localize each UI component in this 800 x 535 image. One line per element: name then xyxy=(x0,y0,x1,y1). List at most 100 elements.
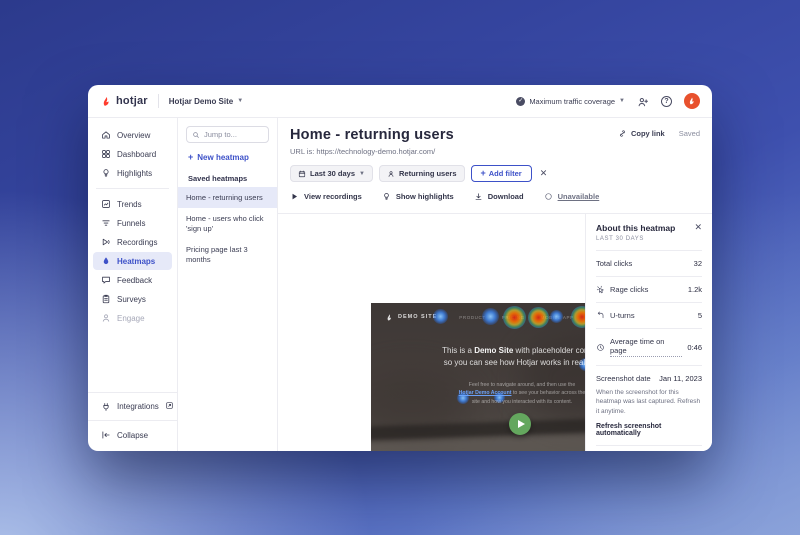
brand-name: hotjar xyxy=(116,95,148,107)
desktop-background: hotjar Hotjar Demo Site ▼ ✓ Maximum traf… xyxy=(0,0,800,535)
action-label: View recordings xyxy=(304,192,362,201)
video-play-button[interactable] xyxy=(509,413,531,435)
main-header: Home - returning users URL is: https://t… xyxy=(278,118,712,214)
stat-label: U-turns xyxy=(610,311,635,320)
site-selector[interactable]: Hotjar Demo Site ▼ xyxy=(169,97,243,106)
feedback-icon xyxy=(102,276,110,284)
screenshot-date-value: Jan 11, 2023 xyxy=(659,374,702,383)
sidebar-item-trends[interactable]: Trends xyxy=(93,195,172,213)
segment-filter[interactable]: Returning users xyxy=(378,165,465,182)
list-item-home-signup-clicks[interactable]: Home - users who click 'sign up' xyxy=(178,208,277,239)
add-filter-label: Add filter xyxy=(488,169,522,178)
page-url: URL is: https://technology-demo.hotjar.c… xyxy=(290,147,436,156)
new-heatmap-button[interactable]: + New heatmap xyxy=(188,152,267,163)
clock-icon xyxy=(597,343,604,351)
trends-icon xyxy=(102,200,110,208)
hotjar-logo[interactable]: hotjar xyxy=(100,95,148,108)
unavailable-status[interactable]: Unavailable xyxy=(544,192,600,201)
demo-account-link: Hotjar Demo Account xyxy=(458,390,512,397)
integrations-icon xyxy=(103,402,109,411)
add-filter-button[interactable]: + Add filter xyxy=(470,165,532,182)
sidebar-item-highlights[interactable]: Highlights xyxy=(93,164,172,182)
copy-link-button[interactable]: Copy link xyxy=(618,129,665,138)
engage-icon xyxy=(102,314,110,322)
segment-filter-label: Returning users xyxy=(398,169,457,178)
status-circle-icon xyxy=(544,193,552,200)
stat-value: 1.2k xyxy=(687,285,702,294)
refresh-screenshot-link[interactable]: Refresh screenshot automatically xyxy=(596,423,702,437)
stat-value: 32 xyxy=(693,259,702,268)
download-icon xyxy=(475,193,482,200)
saved-status: Saved xyxy=(678,129,700,138)
account-avatar[interactable] xyxy=(684,93,700,109)
coverage-label: Maximum traffic coverage xyxy=(529,96,616,106)
traffic-coverage-selector[interactable]: ✓ Maximum traffic coverage ▼ xyxy=(516,96,625,106)
screenshot-date-label: Screenshot date xyxy=(596,374,651,383)
sidebar-item-integrations[interactable]: Integrations xyxy=(93,397,174,416)
panel-title: About this heatmap xyxy=(596,223,676,233)
about-heatmap-panel: About this heatmap ✕ LAST 30 DAYS Total … xyxy=(585,214,712,451)
clear-filters-button[interactable]: ✕ xyxy=(540,168,548,179)
funnels-icon xyxy=(102,220,110,226)
rage-click-icon xyxy=(596,285,604,294)
sidebar-item-engage[interactable]: Engage xyxy=(93,309,172,327)
screenshot-description: When the screenshot for this heatmap was… xyxy=(596,389,701,415)
avatar-flame-icon xyxy=(689,97,694,105)
sidebar-collapse-button[interactable]: Collapse xyxy=(93,426,172,444)
screenshot-section: Screenshot date Jan 11, 2023 When the sc… xyxy=(596,365,702,445)
demo-nav-item: MOBILE APP xyxy=(540,314,574,320)
sidebar-item-label: Feedback xyxy=(117,275,153,285)
surveys-icon xyxy=(102,294,110,304)
sidebar-item-label: Recordings xyxy=(117,237,158,247)
list-item-pricing-page[interactable]: Pricing page last 3 months xyxy=(178,239,277,270)
sidebar-item-label: Heatmaps xyxy=(117,256,156,266)
demo-nav-item: PRICING xyxy=(501,314,525,320)
close-panel-button[interactable]: ✕ xyxy=(694,223,702,232)
sidebar-item-funnels[interactable]: Funnels xyxy=(93,214,172,232)
search-input[interactable] xyxy=(204,130,263,139)
download-button[interactable]: Download xyxy=(474,192,524,201)
plus-icon: + xyxy=(188,152,194,162)
chevron-down-icon: ▼ xyxy=(237,98,244,104)
sidebar-item-label: Surveys xyxy=(117,294,146,304)
date-range-filter[interactable]: Last 30 days ▼ xyxy=(290,165,373,182)
user-icon xyxy=(388,170,394,177)
action-label: Show highlights xyxy=(395,192,454,201)
headline-bold: Demo Site xyxy=(474,346,514,355)
stat-u-turns: U-turns 5 xyxy=(596,302,702,328)
play-icon xyxy=(292,193,298,200)
sidebar-item-dashboard[interactable]: Dashboard xyxy=(93,145,172,163)
sidebar-item-overview[interactable]: Overview xyxy=(93,126,172,144)
sidebar-item-label: Dashboard xyxy=(117,149,157,159)
headline-line2: so you can see how Hotjar works in real-… xyxy=(443,358,601,367)
list-item-home-returning-users[interactable]: Home - returning users xyxy=(178,187,277,209)
action-label: Unavailable xyxy=(557,192,600,201)
new-heatmap-label: New heatmap xyxy=(197,153,249,162)
jump-to-search[interactable] xyxy=(186,126,269,143)
stat-total-clicks: Total clicks 32 xyxy=(596,250,702,276)
show-highlights-button[interactable]: Show highlights xyxy=(382,192,454,201)
sidebar-item-label: Collapse xyxy=(117,430,149,440)
external-link-icon xyxy=(165,401,174,412)
lightbulb-icon xyxy=(103,169,109,177)
sidebar-item-recordings[interactable]: Recordings xyxy=(93,233,172,251)
stat-label: Total clicks xyxy=(596,259,633,268)
action-label: Download xyxy=(487,192,524,201)
sidebar-item-surveys[interactable]: Surveys xyxy=(93,290,172,308)
demo-flame-icon xyxy=(387,313,391,321)
collapse-icon xyxy=(102,431,110,439)
search-icon xyxy=(193,131,199,138)
calendar-icon xyxy=(298,170,306,177)
view-recordings-button[interactable]: View recordings xyxy=(290,192,362,201)
hotjar-app-window: hotjar Hotjar Demo Site ▼ ✓ Maximum traf… xyxy=(88,85,712,451)
help-icon[interactable]: ? xyxy=(661,95,672,107)
saved-heatmaps-heading: Saved heatmaps xyxy=(188,174,248,183)
stat-value: 0:46 xyxy=(687,342,702,352)
subtext-line: site and how you interacted with its con… xyxy=(471,398,573,405)
stat-label: Rage clicks xyxy=(610,285,649,294)
primary-sidebar: Overview Dashboard Highlights Trends Fun… xyxy=(88,118,178,451)
invite-user-icon[interactable] xyxy=(637,95,649,107)
subtext-line: to see your behavior across the xyxy=(511,390,586,397)
sidebar-item-heatmaps[interactable]: Heatmaps xyxy=(93,252,172,270)
sidebar-item-feedback[interactable]: Feedback xyxy=(93,271,172,289)
